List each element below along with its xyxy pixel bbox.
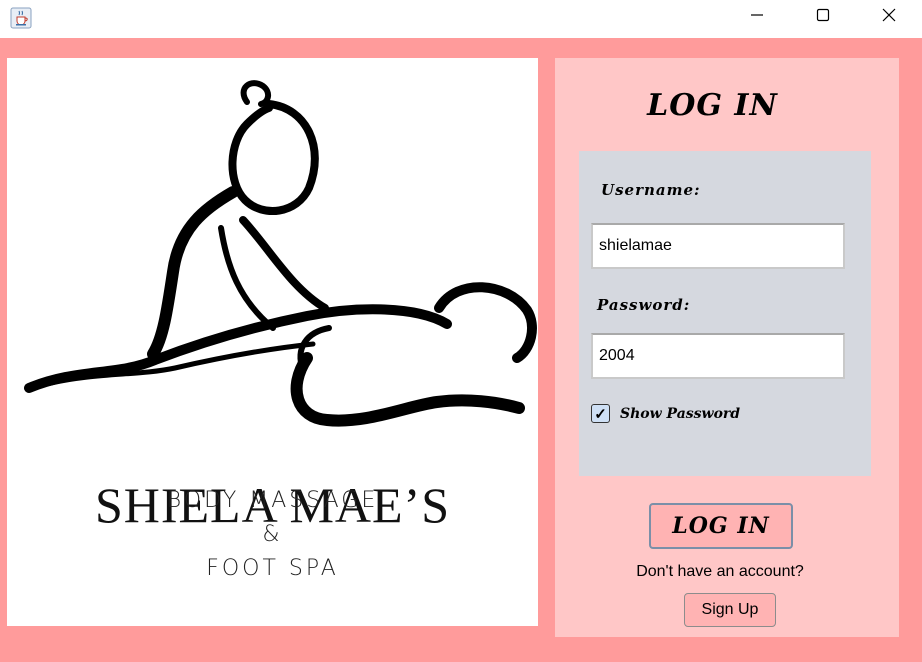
maximize-button[interactable]	[800, 0, 846, 34]
show-password-label: Show Password	[620, 405, 741, 422]
show-password-row[interactable]: ✓ Show Password	[591, 404, 740, 423]
login-form: Username: shielamae Password: 2004 ✓ Sho…	[579, 151, 871, 476]
maximize-icon	[816, 8, 830, 27]
brand-line-foot-spa: FOOT SPA	[206, 556, 339, 581]
password-label: Password:	[597, 296, 691, 314]
checkmark-icon: ✓	[594, 405, 607, 423]
brand-line-body-massage: BODY MASSAGE	[166, 488, 379, 513]
title-bar	[0, 0, 922, 38]
login-button[interactable]: LOG IN	[649, 503, 793, 549]
massage-illustration	[24, 80, 537, 427]
username-field[interactable]: shielamae	[591, 223, 845, 269]
minimize-icon	[750, 8, 764, 27]
show-password-checkbox[interactable]: ✓	[591, 404, 610, 423]
close-button[interactable]	[866, 0, 912, 34]
java-cup-icon	[10, 7, 32, 29]
login-panel: LOG IN Username: shielamae Password: 200…	[555, 58, 899, 637]
close-icon	[882, 8, 896, 27]
login-heading: LOG IN	[647, 88, 778, 123]
password-field[interactable]: 2004	[591, 333, 845, 379]
signup-button[interactable]: Sign Up	[684, 593, 776, 627]
username-label: Username:	[601, 181, 701, 199]
minimize-button[interactable]	[734, 0, 780, 34]
no-account-text: Don't have an account?	[636, 563, 804, 580]
brand-line-ampersand: &	[262, 522, 283, 547]
